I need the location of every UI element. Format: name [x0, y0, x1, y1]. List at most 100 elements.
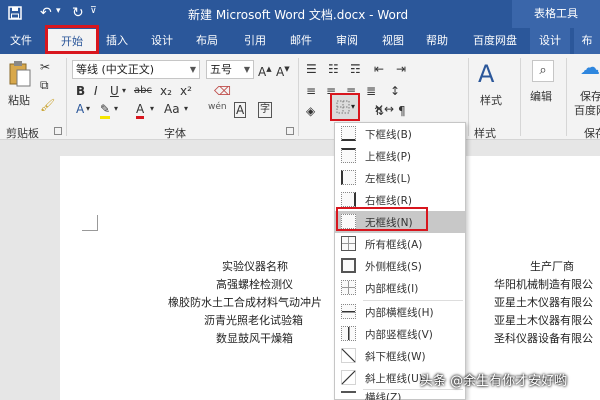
font-size-select[interactable]: 五号 ▼	[206, 60, 254, 79]
format-painter-icon[interactable]: 🖌	[40, 98, 55, 112]
tab-layout[interactable]: 布局	[190, 28, 224, 54]
tab-review[interactable]: 审阅	[330, 28, 364, 54]
tab-file[interactable]: 文件	[4, 28, 38, 54]
shading-icon[interactable]: ◈	[306, 104, 315, 118]
menu-item-diagonal-down[interactable]: 斜下框线(W)	[335, 345, 465, 367]
borders-button[interactable]: ▾	[330, 93, 360, 121]
numbering-icon[interactable]: ☷	[328, 62, 339, 76]
table-cell-name[interactable]: 高强螺栓检测仪	[216, 276, 293, 292]
font-color-button[interactable]: A	[136, 102, 145, 119]
menu-item-right-border[interactable]: 右框线(R)	[335, 189, 465, 211]
cut-icon[interactable]: ✂	[40, 60, 50, 74]
asian-layout-icon[interactable]: ✕↔	[374, 102, 394, 116]
tab-references[interactable]: 引用	[238, 28, 272, 54]
table-cell-maker[interactable]: 亚星土木仪器有限公	[494, 312, 593, 328]
clear-format-icon[interactable]: ⌫	[214, 84, 231, 98]
styles-label[interactable]: 样式	[480, 94, 502, 108]
line-spacing-icon[interactable]: ↕	[390, 84, 400, 98]
font-name-select[interactable]: 等线 (中文正文) ▼	[72, 60, 200, 79]
menu-item-bottom-border[interactable]: 下框线(B)	[335, 123, 465, 145]
bold-button[interactable]: B	[76, 84, 85, 98]
highlight-color-icon[interactable]: ✎	[100, 102, 111, 119]
table-cell-name[interactable]: 数显鼓风干燥箱	[216, 330, 293, 346]
search-icon[interactable]: ⌕	[532, 60, 554, 82]
tab-insert[interactable]: 插入	[100, 28, 134, 54]
styles-group-label: 样式	[474, 127, 496, 140]
table-cell-maker[interactable]: 华阳机械制造有限公	[494, 276, 593, 292]
baidu-save-label-line2[interactable]: 百度网	[574, 104, 600, 118]
undo-icon[interactable]: ↶	[40, 5, 52, 21]
inside-borders-icon	[341, 280, 356, 295]
justify-icon[interactable]: ≣	[366, 84, 376, 98]
decrease-indent-icon[interactable]: ⇤	[374, 62, 384, 76]
paste-icon[interactable]	[8, 60, 32, 88]
inside-vertical-border-icon	[341, 326, 356, 341]
table-cell-maker[interactable]: 亚星土木仪器有限公	[494, 294, 593, 310]
show-marks-icon[interactable]: ¶	[398, 104, 406, 118]
change-case-button[interactable]: Aa	[164, 102, 180, 116]
paste-label[interactable]: 粘贴	[8, 94, 30, 108]
shrink-font-icon[interactable]: A▼	[276, 62, 290, 79]
menu-item-inside-borders[interactable]: 内部框线(I)	[335, 277, 465, 299]
menu-item-no-border[interactable]: 无框线(N)	[335, 211, 465, 233]
save-icon[interactable]	[8, 6, 22, 20]
menu-item-inside-vertical[interactable]: 内部竖框线(V)	[335, 323, 465, 345]
tab-home[interactable]: 开始	[48, 29, 96, 54]
redo-icon[interactable]: ↻	[72, 5, 84, 21]
tab-help[interactable]: 帮助	[420, 28, 454, 54]
table-header-name[interactable]: 实验仪器名称	[222, 258, 288, 274]
bullets-icon[interactable]: ☰	[306, 62, 317, 76]
tab-table-layout[interactable]: 布	[574, 28, 600, 54]
baidu-save-label-line1[interactable]: 保存	[580, 90, 600, 104]
diagonal-up-border-icon	[341, 370, 356, 385]
copy-icon[interactable]: ⧉	[40, 78, 49, 92]
enclose-char-button[interactable]: A	[234, 102, 247, 118]
subscript-button[interactable]: x₂	[160, 84, 172, 98]
menu-item-top-border[interactable]: 上框线(P)	[335, 145, 465, 167]
underline-button[interactable]: U	[110, 84, 119, 98]
title-bar: ↶ ▾ ↻ ⊽ 新建 Microsoft Word 文档.docx - Word…	[0, 0, 600, 28]
grow-font-icon[interactable]: A▲	[258, 62, 272, 79]
undo-dropdown-icon[interactable]: ▾	[56, 6, 61, 16]
clipboard-group-label: 剪贴板	[6, 127, 39, 140]
text-effects-button[interactable]: A	[76, 102, 84, 116]
multilevel-list-icon[interactable]: ☶	[350, 62, 361, 76]
chevron-down-icon: ▾	[351, 102, 356, 111]
tab-mailings[interactable]: 邮件	[284, 28, 318, 54]
strikethrough-button[interactable]: abc	[134, 84, 152, 98]
table-header-maker[interactable]: 生产厂商	[530, 258, 574, 274]
font-launcher-icon[interactable]	[286, 127, 294, 135]
highlight-dropdown-icon[interactable]: ▾	[114, 102, 118, 116]
table-cell-maker[interactable]: 圣科仪器设备有限公	[494, 330, 593, 346]
menu-item-label: 内部框线(I)	[365, 283, 419, 295]
table-cell-name[interactable]: 橡胶防水土工合成材料气动冲片	[168, 294, 322, 310]
underline-dropdown-icon[interactable]: ▾	[122, 84, 126, 98]
tab-baidu-netdisk[interactable]: 百度网盘	[466, 28, 524, 54]
styles-icon[interactable]: A	[478, 60, 494, 88]
char-border-icon[interactable]: 字	[258, 102, 272, 118]
tab-view[interactable]: 视图	[376, 28, 410, 54]
watermark-text: 头条 @余生有你才安好哟	[420, 374, 568, 389]
inside-horizontal-border-icon	[341, 304, 356, 319]
italic-button[interactable]: I	[94, 84, 98, 98]
align-left-icon[interactable]: ≡	[306, 84, 316, 98]
table-cell-name[interactable]: 沥青光照老化试验箱	[204, 312, 303, 328]
phonetic-guide-button[interactable]: wén	[208, 100, 227, 114]
text-effects-dropdown-icon[interactable]: ▾	[86, 102, 90, 116]
font-color-dropdown-icon[interactable]: ▾	[150, 102, 154, 116]
ribbon: 粘贴 ✂ ⧉ 🖌 剪贴板 等线 (中文正文) ▼ 五号 ▼ A▲ A▼ B I …	[0, 54, 600, 140]
change-case-dropdown-icon[interactable]: ▾	[184, 102, 188, 116]
menu-item-outside-borders[interactable]: 外侧框线(S)	[335, 255, 465, 277]
menu-item-inside-horizontal[interactable]: 内部横框线(H)	[335, 301, 465, 323]
menu-item-all-borders[interactable]: 所有框线(A)	[335, 233, 465, 255]
superscript-button[interactable]: x²	[180, 84, 192, 98]
customize-qat-icon[interactable]: ⊽	[90, 6, 97, 16]
editing-label[interactable]: 编辑	[530, 90, 552, 104]
menu-item-left-border[interactable]: 左框线(L)	[335, 167, 465, 189]
tab-table-design[interactable]: 设计	[530, 28, 570, 54]
all-borders-icon	[341, 236, 356, 251]
tab-design[interactable]: 设计	[145, 28, 179, 54]
clipboard-launcher-icon[interactable]	[54, 127, 62, 135]
increase-indent-icon[interactable]: ⇥	[396, 62, 406, 76]
baidu-cloud-icon[interactable]: ☁	[580, 57, 600, 77]
